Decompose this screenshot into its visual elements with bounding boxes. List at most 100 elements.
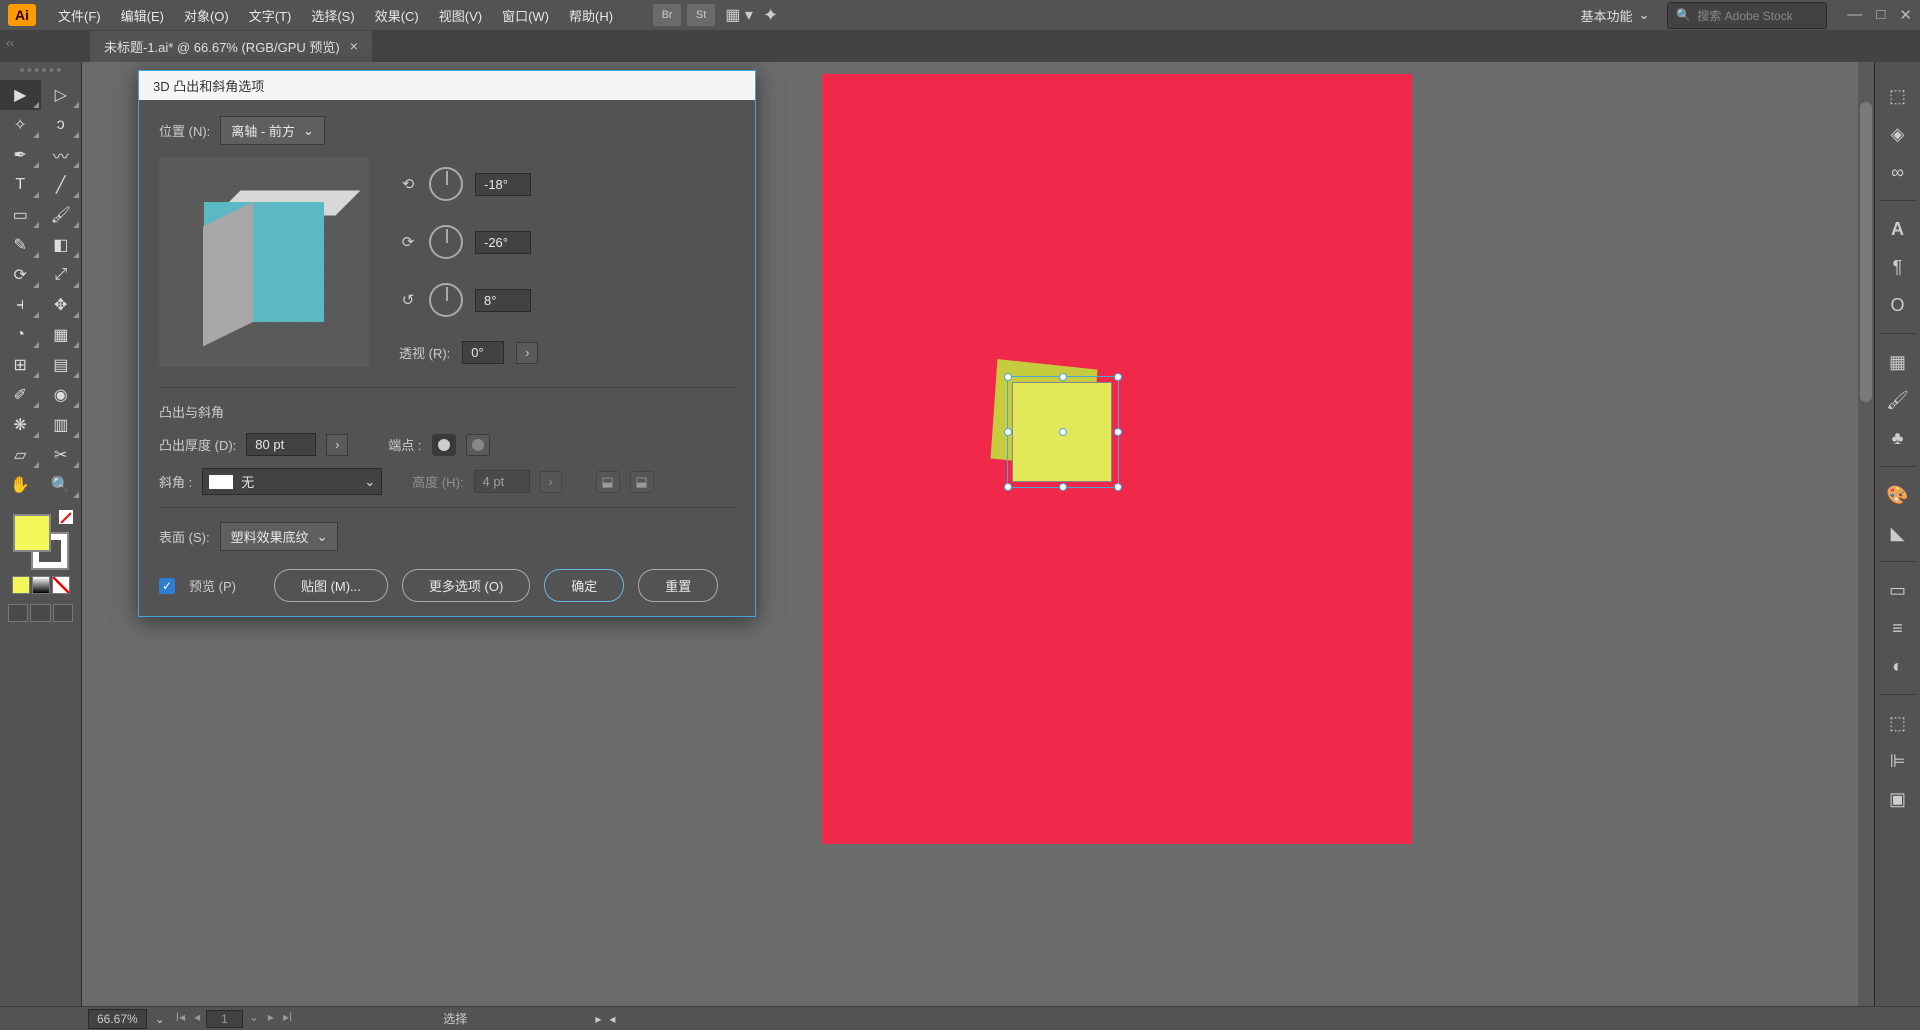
menu-select[interactable]: 选择(S): [301, 0, 364, 31]
lasso-tool[interactable]: ɔ: [41, 110, 82, 140]
handle-tc[interactable]: [1059, 373, 1067, 381]
rotate-z-input[interactable]: [475, 289, 531, 312]
menu-view[interactable]: 视图(V): [429, 0, 492, 31]
align-panel-icon[interactable]: ⊫: [1886, 749, 1910, 773]
document-tab[interactable]: 未标题-1.ai* @ 66.67% (RGB/GPU 预览) ×: [90, 31, 372, 62]
selection-tool[interactable]: ▶: [0, 80, 41, 110]
rotate-x-dial[interactable]: [429, 167, 463, 201]
mesh-tool[interactable]: ⊞: [0, 350, 41, 380]
rotation-preview[interactable]: [159, 157, 369, 367]
arrange-docs-icon[interactable]: ▦ ▾: [725, 4, 753, 26]
gradient-mode[interactable]: [32, 576, 50, 594]
vertical-scrollbar[interactable]: [1858, 62, 1874, 1006]
shape-builder-tool[interactable]: ◔: [0, 320, 41, 350]
eraser-tool[interactable]: ◧: [41, 230, 82, 260]
menu-window[interactable]: 窗口(W): [492, 0, 559, 31]
type-tool[interactable]: T: [0, 170, 41, 200]
zoom-dropdown-icon[interactable]: ⌄: [155, 1012, 165, 1026]
rotate-z-dial[interactable]: [429, 283, 463, 317]
handle-bc[interactable]: [1059, 483, 1067, 491]
eyedropper-tool[interactable]: ✐: [0, 380, 41, 410]
artboard-number[interactable]: 1: [206, 1010, 243, 1028]
color-mode[interactable]: [12, 576, 30, 594]
minimize-button[interactable]: —: [1847, 6, 1862, 24]
fill-stroke-swatch[interactable]: [13, 514, 69, 570]
menu-effect[interactable]: 效果(C): [365, 0, 429, 31]
handle-bl[interactable]: [1004, 483, 1012, 491]
status-play-icon[interactable]: ▸: [595, 1012, 601, 1026]
prev-artboard-button[interactable]: ◂: [191, 1010, 203, 1028]
symbol-sprayer-tool[interactable]: ❋: [0, 410, 41, 440]
more-options-button[interactable]: 更多选项 (O): [402, 569, 530, 602]
last-artboard-button[interactable]: ▸I: [280, 1010, 295, 1028]
character-panel-icon[interactable]: A: [1886, 217, 1910, 241]
paintbrush-tool[interactable]: 🖌: [41, 200, 82, 230]
direct-selection-tool[interactable]: ▷: [41, 80, 82, 110]
depth-stepper[interactable]: ›: [326, 434, 348, 456]
opentype-panel-icon[interactable]: O: [1886, 293, 1910, 317]
handle-tr[interactable]: [1114, 373, 1122, 381]
swap-fill-stroke[interactable]: [59, 510, 73, 524]
stock-icon[interactable]: St: [687, 4, 715, 26]
draw-inside[interactable]: [53, 604, 73, 622]
map-art-button[interactable]: 贴图 (M)...: [274, 569, 388, 602]
artboard-dropdown-icon[interactable]: ⌄: [246, 1010, 262, 1028]
free-transform-tool[interactable]: ✥: [41, 290, 82, 320]
close-tab-icon[interactable]: ×: [350, 38, 358, 54]
magic-wand-tool[interactable]: ✧: [0, 110, 41, 140]
zoom-level[interactable]: 66.67%: [88, 1009, 147, 1029]
reset-button[interactable]: 重置: [638, 569, 718, 602]
width-tool[interactable]: ⫞: [0, 290, 41, 320]
swatches-panel-icon[interactable]: ▦: [1886, 350, 1910, 374]
status-scroll-left[interactable]: ◂: [609, 1012, 615, 1026]
none-mode[interactable]: [52, 576, 70, 594]
menu-type[interactable]: 文字(T): [239, 0, 302, 31]
pen-tool[interactable]: ✒: [0, 140, 41, 170]
rotate-x-input[interactable]: [475, 173, 531, 196]
gradient-panel-icon[interactable]: ≡: [1886, 616, 1910, 640]
artboard-tool[interactable]: ▱: [0, 440, 41, 470]
handle-ml[interactable]: [1004, 428, 1012, 436]
rotate-y-dial[interactable]: [429, 225, 463, 259]
libraries-panel-icon[interactable]: ∞: [1886, 160, 1910, 184]
zoom-tool[interactable]: 🔍: [41, 470, 82, 500]
line-tool[interactable]: ╱: [41, 170, 82, 200]
menu-object[interactable]: 对象(O): [174, 0, 239, 31]
preview-checkbox[interactable]: ✓: [159, 578, 175, 594]
next-artboard-button[interactable]: ▸: [265, 1010, 277, 1028]
selected-object[interactable]: [1002, 374, 1117, 489]
properties-panel-icon[interactable]: ⬚: [1886, 84, 1910, 108]
perspective-stepper[interactable]: ›: [516, 342, 538, 364]
handle-center[interactable]: [1059, 428, 1067, 436]
paragraph-panel-icon[interactable]: ¶: [1886, 255, 1910, 279]
scale-tool[interactable]: ⤢: [41, 260, 82, 290]
curvature-tool[interactable]: 〰: [41, 140, 82, 170]
layers-panel-icon[interactable]: ◈: [1886, 122, 1910, 146]
menu-help[interactable]: 帮助(H): [559, 0, 623, 31]
gradient-tool[interactable]: ▤: [41, 350, 82, 380]
slice-tool[interactable]: ✂: [41, 440, 82, 470]
draw-behind[interactable]: [30, 604, 50, 622]
graph-tool[interactable]: ▥: [41, 410, 82, 440]
symbols-panel-icon[interactable]: ♣: [1886, 426, 1910, 450]
handle-tl[interactable]: [1004, 373, 1012, 381]
maximize-button[interactable]: □: [1876, 6, 1885, 24]
transparency-panel-icon[interactable]: ◐: [1886, 654, 1910, 678]
blend-tool[interactable]: ◉: [41, 380, 82, 410]
color-guide-panel-icon[interactable]: ◣: [1886, 521, 1910, 545]
stroke-panel-icon[interactable]: ▭: [1886, 578, 1910, 602]
depth-input[interactable]: [246, 433, 316, 456]
perspective-input[interactable]: [462, 341, 504, 364]
cap-off-button[interactable]: [466, 434, 490, 456]
gpu-icon[interactable]: ✦: [763, 5, 778, 26]
bevel-select[interactable]: 无 ⌄: [202, 468, 382, 495]
surface-select[interactable]: 塑料效果底纹 ⌄: [220, 522, 339, 551]
pathfinder-panel-icon[interactable]: ▣: [1886, 787, 1910, 811]
draw-normal[interactable]: [8, 604, 28, 622]
transform-panel-icon[interactable]: ⬚: [1886, 711, 1910, 735]
expand-panels-icon[interactable]: ‹‹: [6, 36, 14, 50]
close-button[interactable]: ✕: [1899, 6, 1912, 24]
cap-on-button[interactable]: [432, 434, 456, 456]
ok-button[interactable]: 确定: [544, 569, 624, 602]
position-select[interactable]: 离轴 - 前方 ⌄: [220, 116, 324, 145]
